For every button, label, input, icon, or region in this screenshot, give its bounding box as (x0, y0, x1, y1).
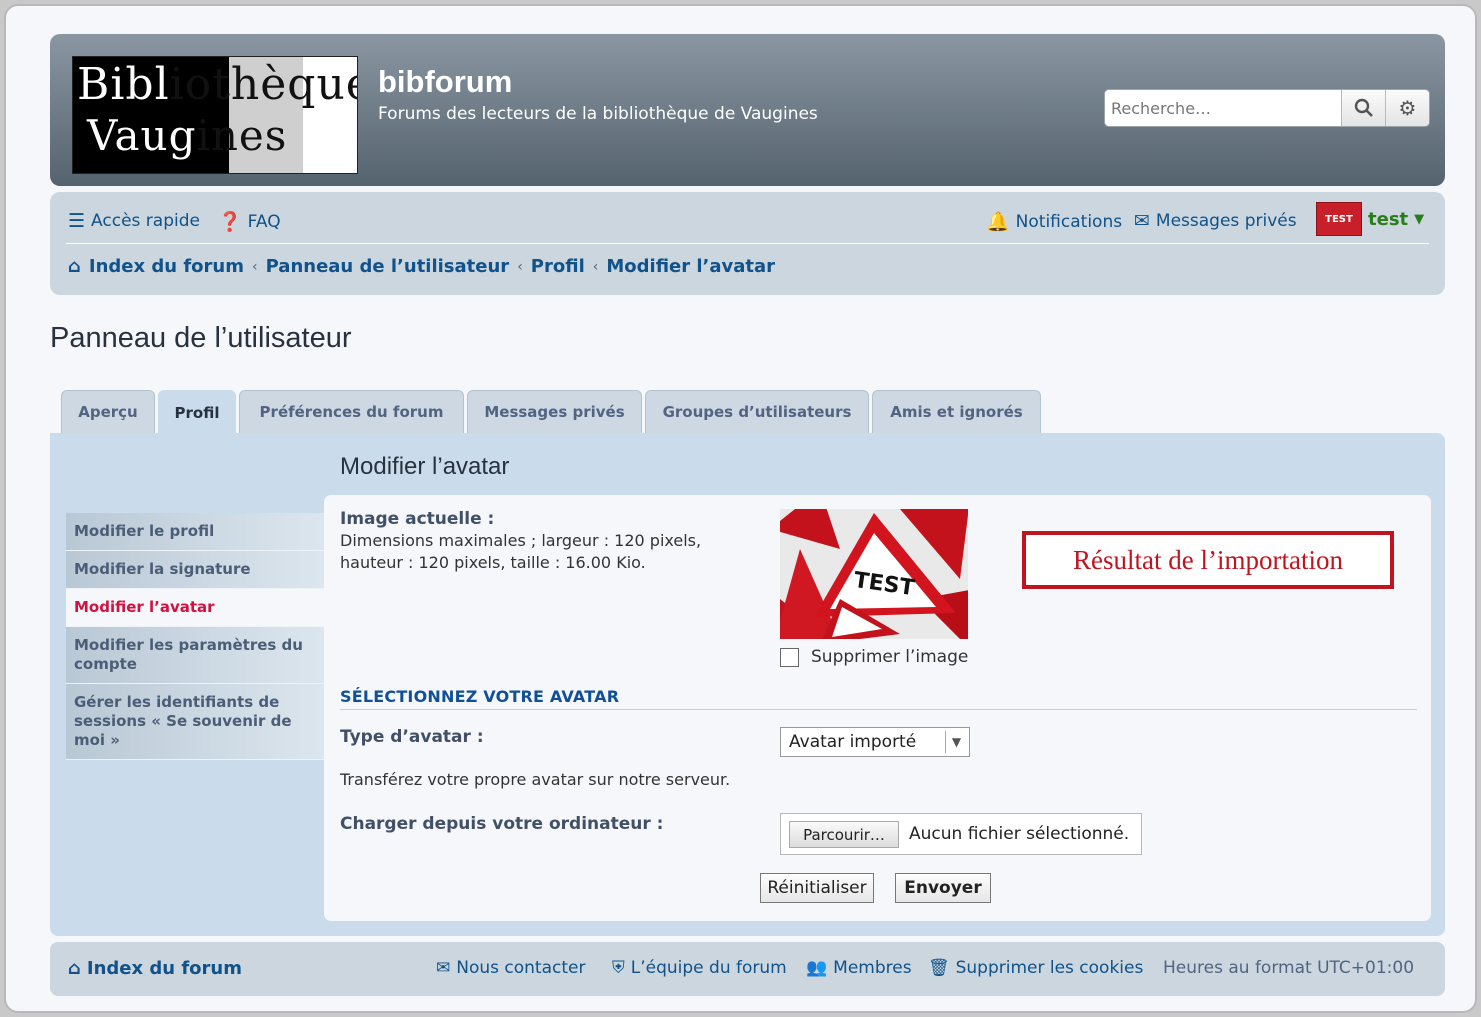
user-avatar: TEST (1316, 202, 1362, 236)
sidebar-menu: Modifier le profil Modifier la signature… (66, 513, 324, 760)
user-menu[interactable]: TEST test ▼ (1316, 202, 1424, 236)
inbox-icon: ✉ (1134, 210, 1150, 232)
bell-icon: 🔔 (986, 211, 1010, 233)
username: test (1368, 208, 1409, 230)
timezone-text: Heures au format UTC+01:00 (1163, 958, 1415, 978)
section-title: Modifier l’avatar (340, 453, 510, 480)
users-icon: 👥 (806, 958, 828, 978)
page-title: Panneau de l’utilisateur (50, 322, 352, 354)
current-avatar-image: TEST (780, 509, 968, 639)
browse-button[interactable]: Parcourir… (789, 821, 899, 848)
breadcrumb-index[interactable]: Index du forum (89, 256, 244, 277)
avatar-type-select[interactable]: Avatar importé ▼ (780, 727, 970, 757)
site-logo[interactable]: Bibliothèque Vaugines (72, 56, 358, 174)
advanced-search-button[interactable]: ⚙ (1385, 90, 1429, 126)
gear-icon: ⚙ (1398, 96, 1417, 120)
sidebar-item-account-settings[interactable]: Modifier les paramètres du compte (66, 627, 324, 684)
notifications-link[interactable]: 🔔 Notifications (986, 210, 1122, 233)
search-button[interactable] (1341, 90, 1385, 126)
chevron-down-icon: ▼ (1414, 211, 1425, 227)
quick-access-menu[interactable]: ☰ Accès rapide (68, 210, 200, 232)
chevron-left-icon: ‹ (517, 258, 523, 275)
footer-index-link[interactable]: ⌂ Index du forum (68, 958, 242, 979)
site-description: Forums des lecteurs de la bibliothèque d… (378, 104, 818, 124)
breadcrumb-ucp[interactable]: Panneau de l’utilisateur (266, 256, 510, 277)
sidebar-item-edit-avatar[interactable]: Modifier l’avatar (66, 589, 324, 627)
breadcrumb-profile[interactable]: Profil (531, 256, 585, 277)
divider (66, 243, 1429, 244)
chevron-left-icon: ‹ (592, 258, 599, 275)
delete-cookies-link[interactable]: 🗑 Supprimer les cookies (928, 958, 1143, 978)
search-box: ⚙ (1104, 89, 1430, 127)
tab-profile[interactable]: Profil (158, 390, 236, 435)
chevron-left-icon: ‹ (251, 258, 258, 275)
footer: ⌂ Index du forum ✉ Nous contacter ⛨ L’éq… (50, 942, 1445, 996)
breadcrumb-avatar[interactable]: Modifier l’avatar (606, 256, 775, 277)
delete-image-checkbox[interactable]: Supprimer l’image (780, 647, 968, 667)
home-icon: ⌂ (68, 256, 81, 277)
contact-link[interactable]: ✉ Nous contacter (436, 958, 585, 978)
site-header: Bibliothèque Vaugines bibforum Forums de… (50, 34, 1445, 186)
home-icon: ⌂ (68, 958, 81, 979)
members-link[interactable]: 👥 Membres (806, 958, 912, 978)
avatar-type-label: Type d’avatar : (340, 727, 484, 747)
import-result-annotation: Résultat de l’importation (1022, 531, 1394, 589)
no-file-text: Aucun fichier sélectionné. (909, 824, 1130, 844)
breadcrumb: ⌂ Index du forum ‹ Panneau de l’utilisat… (68, 256, 775, 277)
private-messages-link[interactable]: ✉ Messages privés (1134, 210, 1297, 232)
divider (340, 709, 1417, 710)
faq-link[interactable]: ❓ FAQ (218, 210, 281, 233)
sidebar-item-edit-signature[interactable]: Modifier la signature (66, 551, 324, 589)
sidebar-item-sessions[interactable]: Gérer les identifiants de sessions « Se … (66, 684, 324, 760)
sidebar-item-edit-profile[interactable]: Modifier le profil (66, 513, 324, 551)
tab-forum-preferences[interactable]: Préférences du forum (239, 390, 464, 433)
upload-description: Transférez votre propre avatar sur notre… (340, 770, 731, 789)
reset-button[interactable]: Réinitialiser (760, 873, 874, 903)
avatar-form: Image actuelle : Dimensions maximales ; … (324, 495, 1431, 921)
current-image-label: Image actuelle : (340, 509, 495, 529)
site-title[interactable]: bibforum (378, 64, 512, 100)
avatar-test-signs: TEST (780, 509, 968, 639)
main-panel: Modifier le profil Modifier la signature… (50, 433, 1445, 936)
trash-icon: 🗑 (928, 958, 950, 978)
tab-private-messages[interactable]: Messages privés (467, 390, 642, 433)
search-icon (1354, 98, 1373, 117)
shield-icon: ⛨ (612, 958, 625, 978)
submit-button[interactable]: Envoyer (895, 873, 991, 903)
dimensions-text: Dimensions maximales ; largeur : 120 pix… (340, 531, 702, 572)
window-frame: Bibliothèque Vaugines bibforum Forums de… (4, 4, 1477, 1013)
navbar: ☰ Accès rapide ❓ FAQ 🔔 Notifications ✉ M… (50, 192, 1445, 295)
hamburger-icon: ☰ (68, 210, 86, 232)
tab-friends-foes[interactable]: Amis et ignorés (872, 390, 1041, 433)
team-link[interactable]: ⛨ L’équipe du forum (612, 958, 787, 978)
file-upload-field[interactable]: Parcourir… Aucun fichier sélectionné. (780, 813, 1142, 855)
select-avatar-heading: SÉLECTIONNEZ VOTRE AVATAR (340, 687, 620, 706)
tab-overview[interactable]: Aperçu (61, 390, 155, 433)
chevron-down-icon: ▼ (945, 731, 967, 753)
search-input[interactable] (1105, 90, 1341, 126)
checkbox-box[interactable] (780, 647, 799, 667)
question-icon: ❓ (218, 211, 242, 233)
envelope-icon: ✉ (436, 958, 451, 978)
tab-user-groups[interactable]: Groupes d’utilisateurs (645, 390, 869, 433)
upload-label: Charger depuis votre ordinateur : (340, 814, 664, 834)
